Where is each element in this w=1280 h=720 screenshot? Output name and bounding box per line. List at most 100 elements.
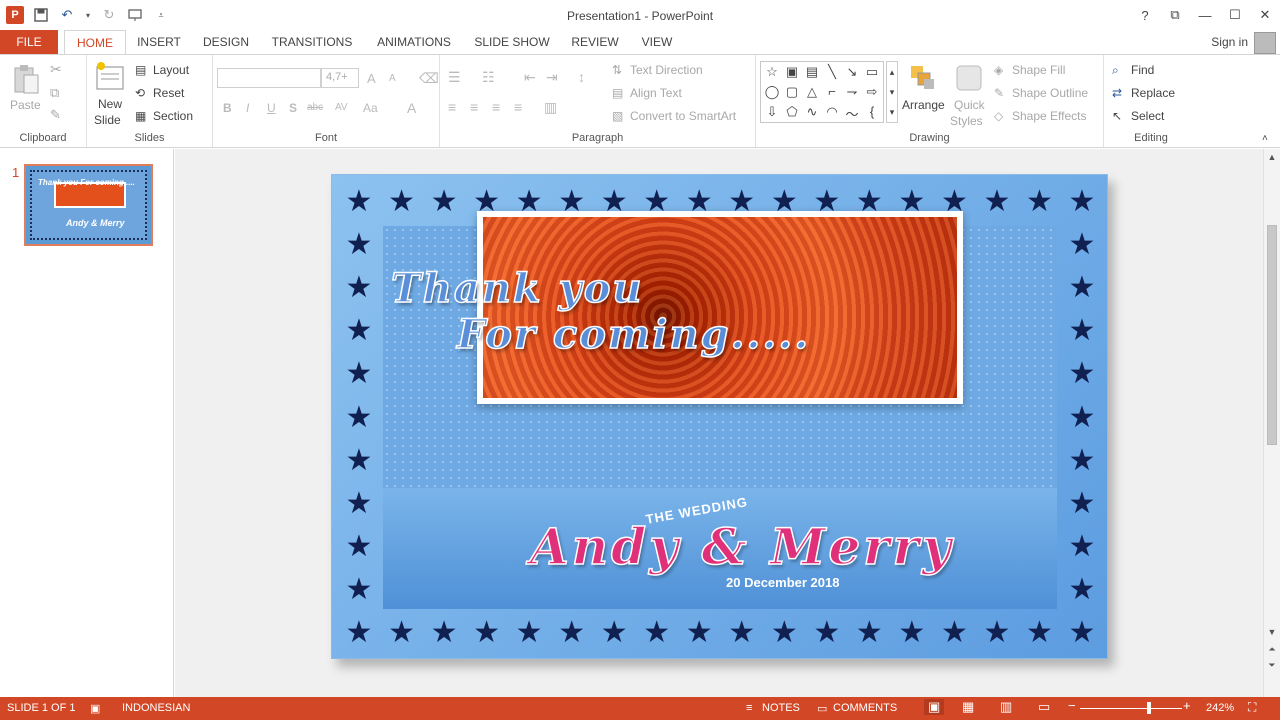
new-slide-label-1[interactable]: New bbox=[98, 97, 122, 111]
rectangle-shape-icon[interactable]: ▣ bbox=[783, 64, 801, 80]
wedding-date-text[interactable]: 20 December 2018 bbox=[726, 575, 839, 590]
ribbon-display-options-button[interactable]: ⧉ bbox=[1160, 0, 1190, 30]
brace-shape-icon[interactable]: { bbox=[863, 104, 881, 119]
section-button[interactable]: Section bbox=[153, 109, 193, 123]
for-coming-text[interactable]: For coming..... bbox=[456, 310, 810, 359]
align-center-icon[interactable]: ≡ bbox=[470, 99, 478, 115]
rounded-rect-shape-icon[interactable]: ▢ bbox=[783, 84, 801, 100]
new-slide-label-2[interactable]: Slide bbox=[94, 113, 121, 127]
next-slide-icon[interactable]: ⏷ bbox=[1264, 660, 1280, 671]
decrease-indent-icon[interactable]: ⇤ bbox=[524, 69, 536, 86]
replace-button[interactable]: Replace bbox=[1131, 86, 1175, 100]
normal-view-icon[interactable]: ▣ bbox=[924, 699, 945, 715]
shadow-button[interactable]: S bbox=[289, 101, 297, 115]
quick-styles-label-1[interactable]: Quick bbox=[954, 98, 985, 112]
previous-slide-icon[interactable]: ⏶ bbox=[1264, 644, 1280, 655]
new-slide-icon[interactable] bbox=[95, 61, 125, 91]
zoom-slider[interactable] bbox=[1080, 708, 1182, 709]
layout-button[interactable]: Layout bbox=[153, 63, 189, 77]
justify-icon[interactable]: ≡ bbox=[514, 99, 522, 115]
tab-view[interactable]: VIEW bbox=[636, 30, 678, 55]
bullets-icon[interactable]: ☰ bbox=[448, 69, 461, 86]
text-direction-button[interactable]: Text Direction bbox=[630, 63, 703, 77]
select-button[interactable]: Select bbox=[1131, 109, 1164, 123]
italic-button[interactable]: I bbox=[246, 101, 249, 115]
tab-insert[interactable]: INSERT bbox=[133, 30, 185, 55]
zoom-in-icon[interactable]: + bbox=[1183, 698, 1191, 713]
curve-shape-icon[interactable]: ∿ bbox=[803, 104, 821, 120]
comments-button[interactable]: COMMENTS bbox=[833, 702, 897, 714]
font-name-box[interactable] bbox=[217, 68, 321, 88]
vertical-scrollbar[interactable]: ▲ ▼ ⏶ ⏷ bbox=[1263, 149, 1280, 697]
scroll-thumb[interactable] bbox=[1267, 225, 1277, 445]
paste-button[interactable]: Paste bbox=[10, 98, 41, 112]
underline-button[interactable]: U bbox=[267, 101, 276, 115]
shrink-font-button[interactable]: A bbox=[389, 73, 396, 84]
spell-check-icon[interactable]: ▣ bbox=[90, 702, 100, 715]
tab-design[interactable]: DESIGN bbox=[198, 30, 254, 55]
reset-button[interactable]: Reset bbox=[153, 86, 184, 100]
slide-sorter-icon[interactable]: ▦ bbox=[962, 699, 974, 715]
arrange-button[interactable]: Arrange bbox=[902, 98, 945, 112]
minimize-button[interactable]: — bbox=[1190, 0, 1220, 30]
font-size-box[interactable]: 4,7+ bbox=[321, 68, 359, 88]
line-shape-icon[interactable]: ╲ bbox=[823, 64, 841, 80]
textbox-shape-icon[interactable]: ▤ bbox=[803, 64, 821, 80]
zoom-level[interactable]: 242% bbox=[1206, 702, 1234, 714]
scroll-up-icon[interactable]: ▲ bbox=[1264, 152, 1280, 162]
collapse-ribbon-icon[interactable]: ˄ bbox=[1262, 133, 1268, 144]
fit-slide-icon[interactable]: ⛶ bbox=[1248, 700, 1256, 715]
align-right-icon[interactable]: ≡ bbox=[492, 99, 500, 115]
strikethrough-button[interactable]: abc bbox=[307, 102, 323, 113]
columns-icon[interactable]: ▥ bbox=[544, 99, 557, 116]
increase-indent-icon[interactable]: ⇥ bbox=[546, 69, 558, 86]
avatar[interactable] bbox=[1254, 32, 1276, 54]
line-spacing-icon[interactable]: ↕ bbox=[578, 69, 585, 85]
right-arrow-shape-icon[interactable]: ⇨ bbox=[863, 84, 881, 100]
wave-shape-icon[interactable]: 〜 bbox=[843, 104, 861, 123]
change-case-button[interactable]: Aa bbox=[363, 101, 378, 115]
down-arrow-shape-icon[interactable]: ⇩ bbox=[763, 104, 781, 120]
zoom-out-icon[interactable]: − bbox=[1068, 698, 1076, 713]
shapes-scroll[interactable]: ▴ ▾ ▾ bbox=[886, 61, 898, 123]
find-button[interactable]: Find bbox=[1131, 63, 1154, 77]
rect-outline-shape-icon[interactable]: ▭ bbox=[863, 64, 881, 80]
align-text-button[interactable]: Align Text bbox=[630, 86, 682, 100]
sign-in-link[interactable]: Sign in bbox=[1211, 35, 1248, 49]
paste-icon[interactable] bbox=[12, 63, 42, 94]
tab-file[interactable]: FILE bbox=[0, 30, 58, 55]
character-spacing-button[interactable]: AV bbox=[335, 102, 348, 113]
triangle-shape-icon[interactable]: △ bbox=[803, 84, 821, 100]
font-color-button[interactable]: A bbox=[407, 100, 416, 116]
slide-show-icon[interactable]: ▭ bbox=[1038, 699, 1050, 715]
slide[interactable]: ★ ★ ★ ★ ★ ★ ★ ★ ★ ★ ★ ★ ★ ★ ★ ★ ★ ★ ★ ★ ★ ★ ★ ★ ★ ★ ★ ★ ★ ★ ★ ★ ★ ★ ★ ★ ★ ★ ★ ★… bbox=[331, 174, 1108, 659]
elbow-connector-shape-icon[interactable]: ⌐ bbox=[823, 84, 841, 99]
format-painter-icon[interactable]: ✎ bbox=[50, 107, 61, 123]
scroll-down-icon[interactable]: ▼ bbox=[1264, 627, 1280, 637]
reading-view-icon[interactable]: ▥ bbox=[1000, 699, 1012, 715]
star-shape-icon[interactable]: ☆ bbox=[763, 64, 781, 80]
arrow-line-shape-icon[interactable]: ↘ bbox=[843, 64, 861, 80]
couple-names-text[interactable]: Andy & Merry bbox=[529, 516, 954, 577]
numbering-icon[interactable]: ☷ bbox=[482, 69, 495, 86]
pentagon-shape-icon[interactable]: ⬠ bbox=[783, 104, 801, 120]
shape-effects-button[interactable]: Shape Effects bbox=[1012, 109, 1087, 123]
shape-outline-button[interactable]: Shape Outline bbox=[1012, 86, 1088, 100]
arrange-icon[interactable] bbox=[908, 63, 938, 93]
clear-formatting-icon[interactable]: ⌫ bbox=[419, 70, 439, 87]
slide-thumbnail[interactable]: Thank you For coming..... Andy & Merry bbox=[24, 164, 153, 246]
tab-transitions[interactable]: TRANSITIONS bbox=[268, 30, 356, 55]
cut-icon[interactable]: ✂ bbox=[50, 61, 62, 78]
thank-you-text[interactable]: Thank you bbox=[390, 264, 644, 313]
tab-review[interactable]: REVIEW bbox=[568, 30, 622, 55]
tab-slide-show[interactable]: SLIDE SHOW bbox=[471, 30, 553, 55]
tab-animations[interactable]: ANIMATIONS bbox=[370, 30, 458, 55]
oval-shape-icon[interactable]: ◯ bbox=[763, 84, 781, 100]
help-button[interactable]: ? bbox=[1130, 0, 1160, 30]
zoom-slider-knob[interactable] bbox=[1147, 702, 1152, 714]
convert-to-smartart-button[interactable]: Convert to SmartArt bbox=[630, 109, 736, 123]
language[interactable]: INDONESIAN bbox=[122, 702, 190, 714]
grow-font-button[interactable]: A bbox=[367, 71, 376, 86]
copy-icon[interactable]: ⧉ bbox=[50, 85, 59, 101]
arc-shape-icon[interactable]: ◠ bbox=[823, 104, 841, 120]
